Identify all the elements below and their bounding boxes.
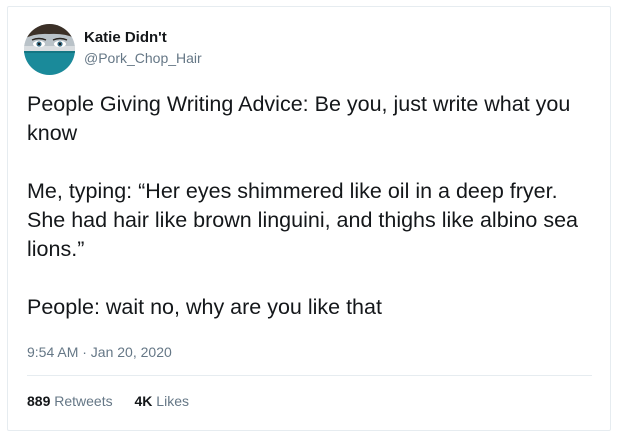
avatar-image: [24, 24, 75, 75]
likes-count: 4K: [134, 393, 153, 409]
likes-stat[interactable]: 4K Likes: [135, 393, 189, 409]
tweet-timestamp[interactable]: 9:54 AM · Jan 20, 2020: [27, 344, 172, 360]
retweets-stat[interactable]: 889 Retweets: [27, 393, 113, 409]
divider: [27, 375, 592, 376]
tweet-card: Katie Didn't @Pork_Chop_Hair People Givi…: [7, 6, 611, 431]
avatar[interactable]: [24, 24, 75, 75]
tweet-paragraph: People Giving Writing Advice: Be you, ju…: [27, 92, 577, 145]
likes-label: Likes: [152, 393, 189, 409]
tweet-paragraph: People: wait no, why are you like that: [27, 295, 382, 319]
display-name[interactable]: Katie Didn't: [84, 29, 167, 46]
tweet-stats: 889 Retweets 4K Likes: [27, 393, 207, 409]
retweets-label: Retweets: [50, 393, 113, 409]
user-handle[interactable]: @Pork_Chop_Hair: [84, 50, 202, 66]
retweets-count: 889: [27, 393, 51, 409]
tweet-paragraph: Me, typing: “Her eyes shimmered like oil…: [27, 179, 584, 261]
tweet-text: People Giving Writing Advice: Be you, ju…: [27, 90, 597, 322]
